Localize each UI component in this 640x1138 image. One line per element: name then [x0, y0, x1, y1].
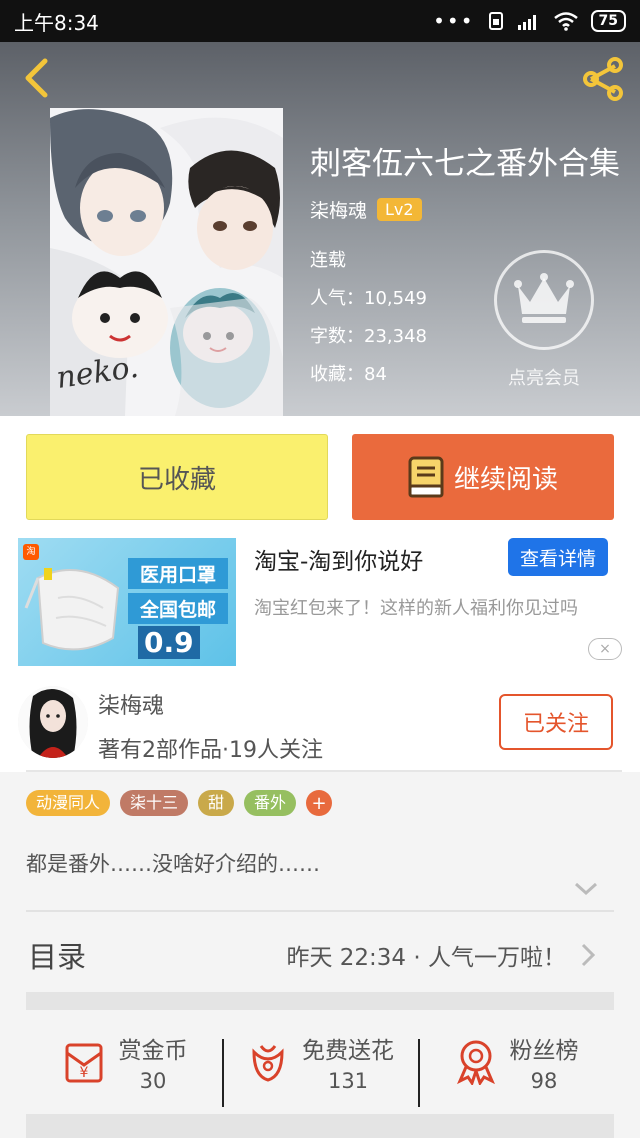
author-card[interactable]: 柒梅魂 著有2部作品·19人关注 已关注 [0, 670, 640, 772]
follow-button[interactable]: 已关注 [499, 694, 613, 750]
stats-bar: ¥ 赏金币 30 免费送花 131 粉丝榜 98 [26, 1010, 614, 1114]
status-icons: ••• 75 [433, 9, 626, 33]
ad-title[interactable]: 淘宝-淘到你说好 [254, 542, 423, 576]
book-header: neko. 刺客伍六七之番外合集 柒梅魂 Lv2 连载 人气：10,549 字数… [0, 42, 640, 416]
continue-reading-label: 继续阅读 [453, 464, 558, 495]
ad-image-price: 0.9 [138, 626, 200, 659]
stat-value: 131 [327, 1069, 369, 1093]
favorites-stat: 收藏：84 [310, 364, 387, 385]
stat-value: 30 [139, 1069, 167, 1093]
fans-ranking-stat[interactable]: 粉丝榜 98 [418, 1031, 614, 1107]
continue-reading-button[interactable]: 继续阅读 [352, 434, 614, 520]
tag-list: 动漫同人 柒十三 甜 番外 + [26, 790, 333, 816]
more-dots-icon: ••• [433, 9, 475, 33]
crown-icon [514, 273, 574, 323]
author-row[interactable]: 柒梅魂 Lv2 [310, 196, 422, 223]
tag-item[interactable]: 番外 [244, 790, 297, 816]
medal-icon [456, 1040, 495, 1085]
vip-crown-button[interactable] [494, 250, 594, 350]
book-cover[interactable]: neko. [50, 108, 283, 416]
signal-icon [517, 15, 536, 30]
ad-image-line2: 全国包邮 [128, 593, 228, 624]
ad-image-text: 医用口罩 全国包邮 [128, 558, 228, 624]
stat-label: 免费送花 [302, 1038, 394, 1064]
book-title: 刺客伍六七之番外合集 [310, 146, 620, 182]
stat-label: 粉丝榜 [509, 1038, 579, 1064]
avatar-image [18, 686, 88, 758]
avatar[interactable] [18, 686, 88, 758]
ad-description[interactable]: 淘宝红包来了！这样的新人福利你见过吗 [254, 596, 624, 622]
battery-icon: 75 [590, 10, 626, 32]
divider [26, 770, 622, 772]
ad-image-line1: 医用口罩 [128, 558, 228, 589]
tag-item[interactable]: 柒十三 [120, 790, 189, 816]
add-tag-button[interactable]: + [306, 790, 333, 816]
share-button[interactable] [578, 56, 628, 102]
svg-text:¥: ¥ [79, 1065, 88, 1081]
ad-image[interactable]: 淘 医用口罩 全国包邮 0.9 [18, 538, 236, 666]
cover-illustration: neko. [50, 108, 283, 416]
reward-coin-icon: ¥ [65, 1043, 102, 1083]
book-icon [408, 456, 444, 498]
chevron-right-icon [581, 943, 596, 967]
ad-detail-button[interactable]: 查看详情 [508, 538, 608, 576]
latest-chapter[interactable]: 昨天 22:34 · 人气一万啦！ [286, 938, 566, 972]
free-flowers-stat[interactable]: 免费送花 131 [222, 1031, 418, 1107]
catalog-row[interactable]: 目录 昨天 22:34 · 人气一万啦！ [0, 912, 640, 992]
author-card-info: 著有2部作品·19人关注 [98, 738, 323, 763]
expand-intro-button[interactable] [572, 880, 600, 898]
stat-value: 98 [530, 1069, 558, 1093]
collected-button[interactable]: 已收藏 [26, 434, 328, 520]
popularity-stat: 人气：10,549 [310, 288, 427, 309]
back-button[interactable] [16, 56, 56, 100]
book-intro: 都是番外……没啥好介绍的…… [26, 852, 320, 876]
stat-label: 赏金币 [118, 1038, 188, 1064]
close-icon[interactable]: × [588, 638, 622, 660]
mask-illustration [24, 568, 120, 651]
level-badge: Lv2 [377, 198, 422, 221]
wifi-icon [553, 12, 578, 31]
sim-icon [488, 12, 503, 30]
author-card-name[interactable]: 柒梅魂 [98, 688, 164, 720]
tag-item[interactable]: 甜 [198, 790, 235, 816]
status-time: 上午8:34 [14, 10, 99, 35]
flower-icon [252, 1045, 284, 1082]
vip-label[interactable]: 点亮会员 [494, 364, 594, 390]
tag-item[interactable]: 动漫同人 [26, 790, 111, 816]
reward-coins-stat[interactable]: ¥ 赏金币 30 [26, 1031, 222, 1093]
share-icon [583, 57, 623, 101]
chevron-down-icon [574, 882, 598, 896]
word-count-stat: 字数：23,348 [310, 326, 427, 347]
ad-banner[interactable]: 淘 医用口罩 全国包邮 0.9 淘宝-淘到你说好 查看详情 淘宝红包来了！这样的… [0, 534, 640, 670]
catalog-label: 目录 [28, 940, 87, 974]
author-name[interactable]: 柒梅魂 [310, 196, 367, 223]
action-bar: 已收藏 继续阅读 [0, 416, 640, 534]
section-divider [26, 1114, 614, 1138]
back-arrow-icon [25, 58, 48, 98]
section-divider [26, 992, 614, 1010]
serial-status: 连载 [310, 250, 346, 271]
status-bar: 上午8:34 ••• 75 [0, 0, 640, 42]
